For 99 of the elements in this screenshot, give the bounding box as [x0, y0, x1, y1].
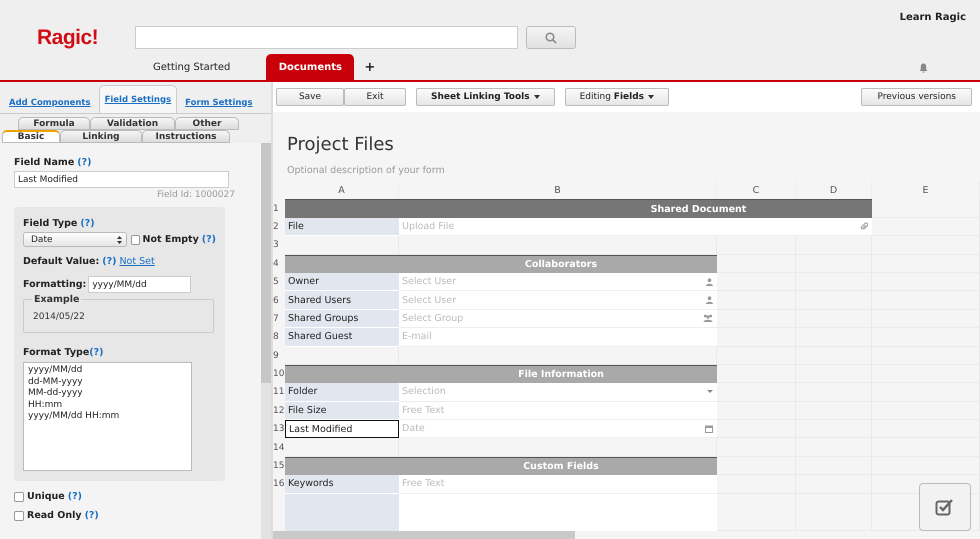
row-number: 6	[273, 294, 280, 308]
help-link[interactable]: (?)	[84, 510, 99, 521]
column-header: E	[872, 181, 980, 200]
example-label: Example	[32, 294, 82, 305]
field-name-input[interactable]: Last Modified	[14, 171, 229, 188]
settings-tab[interactable]: Formula	[18, 117, 90, 130]
group-icon	[703, 314, 713, 322]
example-value: 2014/05/22	[33, 312, 85, 322]
format-option[interactable]: yyyy/MM/dd	[28, 365, 187, 376]
not-set-link[interactable]: Not Set	[119, 256, 155, 267]
top-tab[interactable]: Getting Started	[135, 54, 248, 80]
checkbox[interactable]	[14, 492, 24, 502]
formatting-input[interactable]: yyyy/MM/dd	[88, 276, 192, 293]
user-icon	[706, 296, 713, 304]
done-button[interactable]	[919, 483, 971, 531]
field-label[interactable]: Last Modified	[285, 420, 399, 438]
paperclip-icon	[860, 222, 868, 231]
checkbox-icon	[935, 498, 955, 516]
field-type-select[interactable]: Date	[23, 232, 128, 247]
formatting-label: Formatting:	[23, 279, 86, 290]
section-header: Collaborators	[285, 254, 717, 273]
checkbox[interactable]	[131, 234, 140, 244]
help-link[interactable]: (?)	[68, 491, 82, 502]
row-number: 4	[273, 258, 280, 271]
previous-versions-button[interactable]: Previous versions	[861, 88, 972, 106]
default-value-label: Default Value:	[23, 256, 100, 267]
settings-tab[interactable]: Linking	[60, 130, 142, 143]
row-number: 2	[273, 220, 280, 234]
row-number: 11	[273, 386, 285, 400]
row-number: 15	[273, 460, 285, 474]
help-link[interactable]: (?)	[89, 347, 104, 358]
field-id: Field Id: 1000027	[157, 190, 235, 200]
search-icon	[545, 32, 557, 44]
search-button[interactable]	[526, 26, 576, 49]
help-link[interactable]: (?)	[80, 218, 95, 229]
help-link[interactable]: (?)	[102, 256, 116, 267]
panel-tab[interactable]: Add Components	[3, 91, 97, 113]
section-header: File Information	[285, 364, 717, 384]
toolbar-button[interactable]: Save	[276, 88, 344, 106]
row-number: 16	[273, 478, 285, 492]
format-option[interactable]: dd-MM-yyyy	[28, 376, 187, 388]
checkbox[interactable]	[14, 510, 24, 520]
bell-icon[interactable]	[919, 63, 928, 73]
row-number: 8	[273, 331, 280, 344]
field-label[interactable]: File Size	[285, 402, 399, 420]
format-type-label: Format Type	[23, 347, 90, 358]
add-tab-button[interactable]: +	[354, 54, 386, 80]
caret-icon	[707, 390, 713, 394]
horizontal-scrollbar[interactable]	[273, 531, 575, 539]
logo[interactable]: Ragic!	[37, 26, 98, 50]
toolbar-button[interactable]: Exit	[344, 88, 406, 106]
calendar-icon	[705, 424, 713, 433]
format-list[interactable]: yyyy/MM/dd dd-MM-yyyy MM-dd-yyyy HH:mm yyyy/MM/dd HH:mm	[23, 362, 192, 471]
row-number: 3	[273, 239, 280, 252]
row-number: 12	[273, 404, 285, 418]
not-empty-label: Not Empty	[142, 234, 199, 245]
row-number: 5	[273, 276, 280, 290]
field-label[interactable]: Shared Users	[285, 291, 399, 310]
field-type-label: Field Type	[23, 218, 78, 229]
settings-tab[interactable]: Other	[175, 117, 239, 130]
updown-icon	[117, 236, 122, 244]
option-label: Unique	[27, 491, 65, 502]
caret-icon	[534, 95, 540, 99]
field-label[interactable]: Shared Groups	[285, 310, 399, 328]
form-title: Project Files	[287, 134, 395, 155]
settings-tab[interactable]: Validation	[90, 117, 175, 130]
row-number: 13	[273, 423, 285, 436]
user-icon	[706, 278, 713, 286]
form-description: Optional description of your form	[287, 165, 446, 176]
panel-tab[interactable]: Field Settings	[98, 85, 178, 113]
panel-tab[interactable]: Form Settings	[179, 91, 259, 113]
field-label[interactable]: Owner	[285, 272, 399, 292]
menu-button[interactable]: Sheet Linking Tools	[416, 88, 555, 106]
option-label: Read Only	[27, 510, 82, 521]
row-number: 9	[273, 350, 280, 363]
field-label[interactable]: Shared Guest	[285, 328, 399, 347]
scrollbar-thumb[interactable]	[261, 143, 271, 383]
row-number: 10	[273, 368, 285, 382]
format-option[interactable]: HH:mm	[28, 400, 187, 411]
field-label[interactable]: Folder	[285, 383, 399, 402]
help-link[interactable]: (?)	[77, 157, 92, 168]
search-field[interactable]	[135, 26, 518, 49]
format-option[interactable]: yyyy/MM/dd HH:mm	[28, 411, 187, 422]
field-name-label: Field Name	[14, 157, 74, 168]
settings-tab[interactable]: Basic	[2, 130, 60, 143]
caret-icon	[648, 95, 654, 99]
field-label[interactable]: File	[285, 218, 399, 236]
field-label[interactable]: Keywords	[285, 475, 399, 494]
settings-tab[interactable]: Instructions	[142, 130, 230, 143]
menu-button[interactable]: Editing Fields	[564, 88, 670, 106]
format-option[interactable]: MM-dd-yyyy	[28, 388, 187, 400]
section-header: Shared Document	[285, 199, 872, 218]
learn-link[interactable]: Learn Ragic	[900, 12, 966, 23]
row-number: 1	[273, 202, 280, 216]
section-header: Custom Fields	[285, 456, 717, 476]
top-tab[interactable]: Documents	[266, 54, 354, 80]
row-number: 7	[273, 312, 280, 326]
row-number: 14	[273, 442, 285, 455]
help-link[interactable]: (?)	[202, 234, 216, 245]
